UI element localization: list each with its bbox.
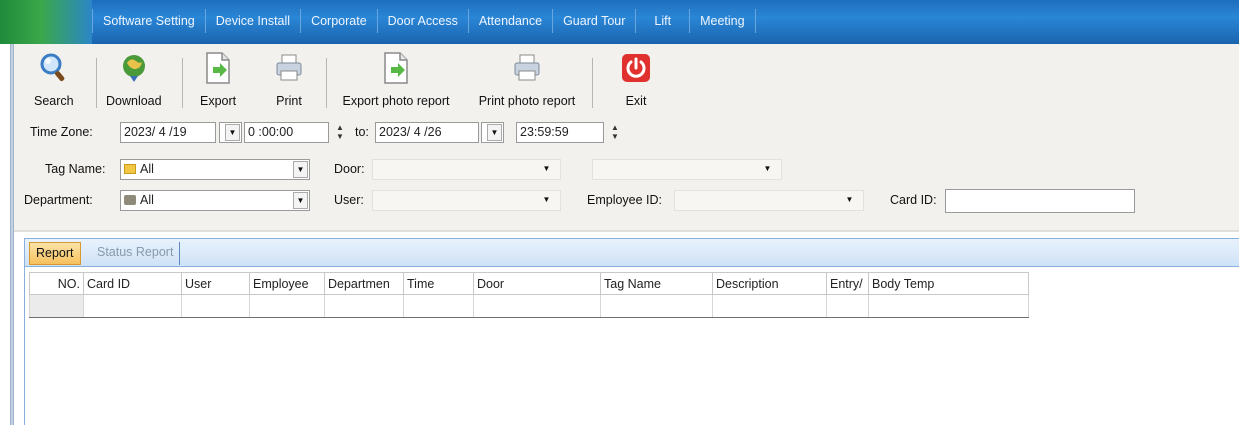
tag-name-select[interactable]: All ▼	[120, 159, 310, 180]
to-label: to:	[355, 125, 369, 139]
start-time-field[interactable]: 0 :00:00	[244, 122, 329, 143]
column-header-body-temp[interactable]: Body Temp	[868, 272, 1029, 295]
end-date-dropdown[interactable]: ▼	[481, 122, 504, 143]
column-header-card-id[interactable]: Card ID	[83, 272, 182, 295]
table-cell[interactable]	[712, 294, 827, 318]
toolbar-separator	[96, 58, 97, 108]
chevron-down-icon: ▼	[293, 192, 308, 209]
door-select[interactable]: ▼	[372, 159, 561, 180]
print-button[interactable]: Print	[272, 48, 306, 116]
table-cell[interactable]	[826, 294, 869, 318]
printer-photo-icon	[470, 48, 584, 88]
chevron-down-icon: ▼	[225, 124, 240, 141]
chevron-down-icon: ▼	[542, 164, 551, 173]
end-date-field[interactable]: 2023/ 4 /26	[375, 122, 479, 143]
user-select[interactable]: ▼	[372, 190, 561, 211]
column-header-department[interactable]: Departmen	[324, 272, 404, 295]
menu-door-access[interactable]: Door Access	[378, 9, 469, 33]
toolbar: Search Download Export Print Export phot…	[14, 44, 1239, 118]
column-header-door[interactable]: Door	[473, 272, 601, 295]
column-header-time[interactable]: Time	[403, 272, 474, 295]
filter-panel: Time Zone: 2023/ 4 /19 ▼ 0 :00:00 ▲ ▼ to:…	[14, 118, 1239, 230]
row-indicator-cell[interactable]	[29, 294, 84, 318]
card-id-input[interactable]	[945, 189, 1135, 213]
search-icon	[37, 48, 71, 88]
table-cell[interactable]	[181, 294, 250, 318]
door-secondary-select[interactable]: ▼	[592, 159, 782, 180]
main-menu: Software Setting Device Install Corporat…	[92, 9, 756, 37]
chevron-down-icon: ▼	[542, 195, 551, 204]
menu-lift[interactable]: Lift	[636, 9, 691, 33]
print-photo-report-button[interactable]: Print photo report	[470, 48, 584, 116]
toolbar-separator	[182, 58, 183, 108]
table-cell[interactable]	[83, 294, 182, 318]
panel-divider	[14, 230, 1239, 232]
menu-device-install[interactable]: Device Install	[206, 9, 302, 33]
power-icon	[619, 48, 653, 88]
time-zone-label: Time Zone:	[30, 125, 93, 139]
employee-id-label: Employee ID:	[587, 193, 663, 207]
department-label: Department:	[24, 193, 93, 207]
table-cell[interactable]	[403, 294, 474, 318]
printer-icon	[272, 48, 306, 88]
table-cell[interactable]	[324, 294, 404, 318]
card-id-label: Card ID:	[890, 193, 937, 207]
table-cell[interactable]	[868, 294, 1029, 318]
report-content: NO. Card ID User Employee Departmen Time…	[24, 267, 1239, 425]
employee-id-select[interactable]: ▼	[674, 190, 864, 211]
menu-software-setting[interactable]: Software Setting	[92, 9, 206, 33]
export-photo-report-button[interactable]: Export photo report	[334, 48, 458, 116]
chevron-down-icon: ▼	[763, 164, 772, 173]
menu-meeting[interactable]: Meeting	[690, 9, 756, 33]
menu-attendance[interactable]: Attendance	[469, 9, 554, 33]
table-cell[interactable]	[600, 294, 713, 318]
export-photo-icon	[334, 48, 458, 88]
search-button[interactable]: Search	[34, 48, 74, 116]
column-header-description[interactable]: Description	[712, 272, 827, 295]
column-header-user[interactable]: User	[181, 272, 250, 295]
menu-corporate[interactable]: Corporate	[301, 9, 378, 33]
tag-name-label: Tag Name:	[45, 162, 106, 176]
start-time-spinner[interactable]: ▲ ▼	[331, 122, 349, 143]
user-label: User:	[334, 193, 364, 207]
export-button[interactable]: Export	[200, 48, 236, 116]
start-date-dropdown[interactable]: ▼	[219, 122, 242, 143]
table-header-row: NO. Card ID User Employee Departmen Time…	[29, 272, 1029, 295]
exit-button[interactable]: Exit	[619, 48, 653, 116]
column-header-employee[interactable]: Employee	[249, 272, 325, 295]
end-time-field[interactable]: 23:59:59	[516, 122, 604, 143]
app-logo-strip	[0, 0, 92, 44]
download-button[interactable]: Download	[106, 48, 162, 116]
door-label: Door:	[334, 162, 365, 176]
chevron-down-icon: ▼	[845, 195, 854, 204]
end-time-spinner[interactable]: ▲ ▼	[606, 122, 624, 143]
tab-report[interactable]: Report	[29, 242, 81, 265]
menu-guard-tour[interactable]: Guard Tour	[553, 9, 637, 33]
table-cell[interactable]	[473, 294, 601, 318]
top-menu-bar: Software Setting Device Install Corporat…	[0, 0, 1239, 44]
chevron-down-icon: ▼	[293, 161, 308, 178]
download-icon	[117, 48, 151, 88]
tab-status-report[interactable]: Status Report	[91, 242, 181, 265]
report-table: NO. Card ID User Employee Departmen Time…	[29, 272, 1029, 318]
report-tab-bar: Report Status Report	[24, 238, 1239, 267]
department-select[interactable]: All ▼	[120, 190, 310, 211]
toolbar-separator	[592, 58, 593, 108]
toolbar-separator	[326, 58, 327, 108]
column-header-no[interactable]: NO.	[29, 272, 84, 295]
folder-icon	[124, 164, 136, 174]
table-cell[interactable]	[249, 294, 325, 318]
department-icon	[124, 195, 136, 205]
table-row[interactable]	[29, 294, 1029, 318]
start-date-field[interactable]: 2023/ 4 /19	[120, 122, 216, 143]
chevron-down-icon: ▼	[487, 124, 502, 141]
column-header-entry[interactable]: Entry/	[826, 272, 869, 295]
column-header-tag-name[interactable]: Tag Name	[600, 272, 713, 295]
export-icon	[201, 48, 235, 88]
